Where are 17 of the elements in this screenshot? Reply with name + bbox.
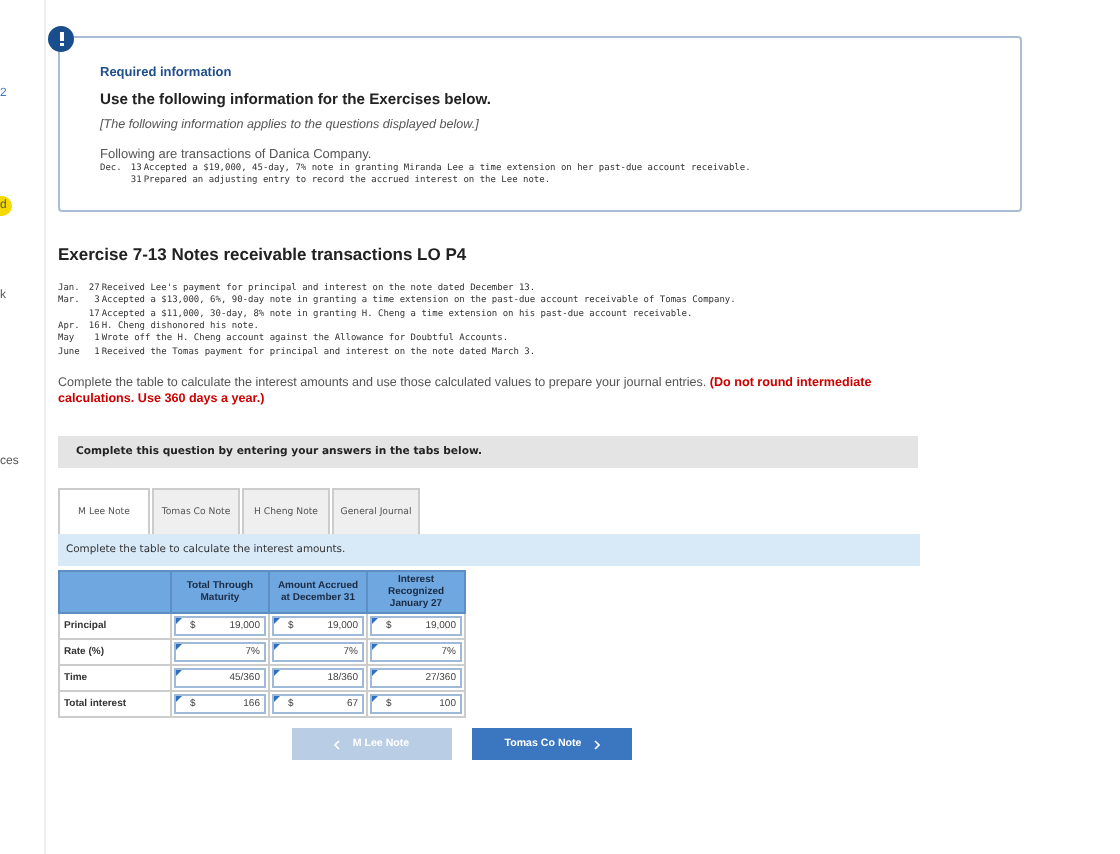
exercise-title: Exercise 7-13 Notes receivable transactions LO P4 — [58, 243, 469, 264]
flag-icon — [176, 670, 182, 677]
chevron-left-icon — [334, 739, 341, 750]
flag-icon — [372, 670, 378, 677]
alert-icon — [48, 26, 74, 52]
chevron-right-icon — [593, 739, 600, 750]
flag-icon — [372, 696, 378, 703]
flag-icon — [372, 644, 378, 651]
flag-icon — [176, 696, 182, 703]
flag-icon — [274, 670, 280, 677]
flag-icon — [176, 644, 182, 651]
flag-icon — [274, 618, 280, 625]
header-cell — [59, 571, 171, 614]
flag-icon — [274, 696, 280, 703]
flag-icon — [274, 644, 280, 651]
flag-icon — [176, 618, 182, 625]
flag-icon — [372, 618, 378, 625]
